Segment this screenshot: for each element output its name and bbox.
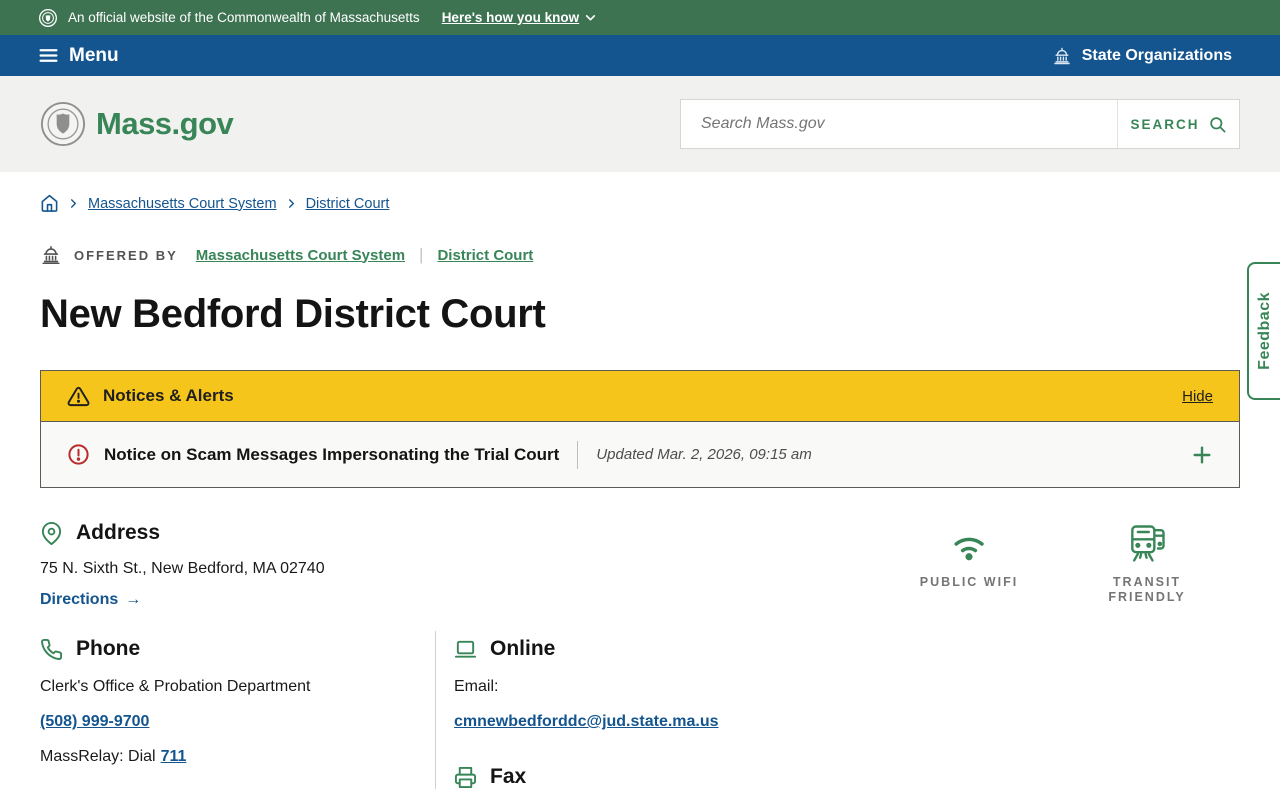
home-icon[interactable] [40, 194, 59, 213]
search-icon [1209, 116, 1225, 132]
directions-link[interactable]: Directions → [40, 591, 141, 609]
alert-title: Notice on Scam Messages Impersonating th… [104, 444, 560, 464]
menu-label: Menu [69, 44, 119, 66]
amenities: PUBLIC WIFI TRANSIT FRIENDLY [904, 521, 1212, 609]
address-text: 75 N. Sixth St., New Bedford, MA 02740 [40, 560, 325, 577]
massrelay-line: MassRelay: Dial 711 [40, 748, 187, 765]
phone-department: Clerk's Office & Probation Department [40, 678, 311, 695]
online-section: Online Email: cmnewbedforddc@jud.state.m… [436, 631, 719, 789]
page-title: New Bedford District Court [40, 292, 546, 336]
feedback-tab[interactable]: Feedback [1247, 262, 1280, 400]
massgov-logo-text: Mass.gov [96, 106, 234, 141]
heres-how-you-know-link[interactable]: Here's how you know [442, 10, 598, 25]
transit-icon [1131, 525, 1165, 562]
offered-by: OFFERED BY Massachusetts Court System | … [40, 244, 1240, 266]
expand-alert-button[interactable] [1191, 444, 1213, 466]
official-banner: An official website of the Commonwealth … [0, 0, 1280, 35]
address-heading: Address [76, 521, 161, 544]
massrelay-711-link[interactable]: 711 [161, 748, 187, 765]
address-section: Address 75 N. Sixth St., New Bedford, MA… [40, 521, 325, 609]
amenity-public-wifi: PUBLIC WIFI [904, 521, 1034, 609]
offered-by-label: OFFERED BY [74, 247, 178, 263]
alert-updated-timestamp: Updated Mar. 2, 2026, 09:15 am [596, 446, 812, 463]
alert-circle-icon [68, 444, 89, 465]
alert-row: Notice on Scam Messages Impersonating th… [41, 421, 1239, 487]
amenity-transit-friendly: TRANSIT FRIENDLY [1082, 521, 1212, 609]
notices-alerts-title: Notices & Alerts [103, 386, 234, 405]
right-arrow-icon: → [125, 591, 142, 608]
breadcrumb-link-district-court[interactable]: District Court [306, 196, 390, 212]
phone-heading: Phone [76, 637, 141, 660]
wifi-icon [954, 537, 984, 561]
plus-icon [1193, 445, 1211, 464]
state-organizations-label: State Organizations [1081, 46, 1232, 64]
warning-triangle-icon [67, 386, 90, 406]
fax-icon [454, 766, 477, 788]
divider [577, 440, 579, 469]
breadcrumb-link-court-system[interactable]: Massachusetts Court System [88, 196, 277, 212]
chevron-right-icon [70, 199, 77, 208]
search-bar: SEARCH [680, 99, 1240, 149]
separator: | [419, 245, 424, 264]
fax-heading: Fax [490, 765, 527, 788]
statehouse-icon [1053, 47, 1070, 64]
notices-alerts-header: Notices & Alerts Hide [41, 371, 1239, 421]
amenity-label: PUBLIC WIFI [919, 575, 1019, 589]
location-pin-icon [41, 521, 62, 545]
massgov-logo[interactable]: Mass.gov [40, 101, 234, 147]
state-seal-icon [39, 8, 57, 27]
state-organizations-link[interactable]: State Organizations [1052, 46, 1232, 66]
chevron-down-icon [586, 15, 596, 21]
breadcrumb: Massachusetts Court System District Cour… [40, 194, 1240, 213]
phone-icon [41, 638, 63, 660]
hamburger-icon [39, 49, 58, 62]
chevron-right-icon [288, 199, 294, 208]
offered-by-link-court-system[interactable]: Massachusetts Court System [196, 247, 405, 264]
offered-by-link-district-court[interactable]: District Court [437, 247, 533, 264]
notices-alerts-panel: Notices & Alerts Hide Notice on Scam Mes… [40, 370, 1240, 488]
phone-number-link[interactable]: (508) 999-9700 [40, 713, 149, 730]
hide-alerts-link[interactable]: Hide [1182, 388, 1213, 405]
search-input[interactable] [681, 100, 1117, 148]
site-header: Mass.gov SEARCH [0, 76, 1280, 172]
menu-button[interactable]: Menu [38, 45, 119, 67]
fax-section: Fax [454, 765, 719, 789]
phone-section: Phone Clerk's Office & Probation Departm… [40, 631, 435, 789]
massgov-seal-icon [40, 101, 86, 147]
feedback-label: Feedback [1255, 292, 1273, 370]
online-heading: Online [490, 637, 556, 660]
amenity-label: TRANSIT FRIENDLY [1108, 575, 1186, 604]
banner-text: An official website of the Commonwealth … [68, 10, 420, 25]
statehouse-icon [42, 245, 60, 265]
email-link[interactable]: cmnewbedforddc@jud.state.ma.us [454, 713, 719, 730]
email-label: Email: [454, 678, 499, 695]
search-button[interactable]: SEARCH [1117, 100, 1239, 148]
laptop-icon [454, 640, 477, 658]
main-nav: Menu State Organizations [0, 35, 1280, 76]
